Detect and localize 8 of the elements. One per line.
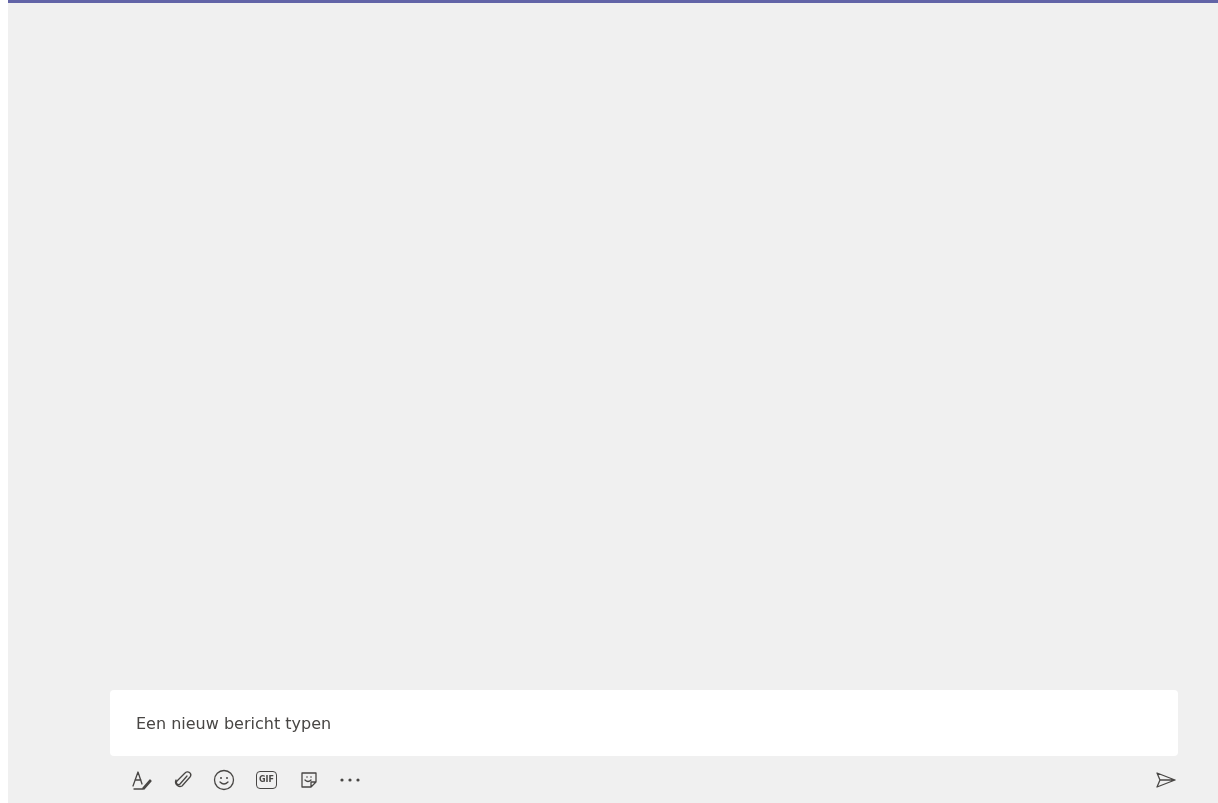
emoji-button[interactable] [212,767,236,792]
message-field[interactable]: Een nieuw bericht typen [110,690,1178,756]
gif-button[interactable]: GIF [256,770,277,789]
more-icon [339,776,361,783]
send-icon [1155,770,1177,789]
paperclip-icon [173,769,193,790]
sticker-icon [299,769,319,790]
emoji-icon [213,768,235,791]
